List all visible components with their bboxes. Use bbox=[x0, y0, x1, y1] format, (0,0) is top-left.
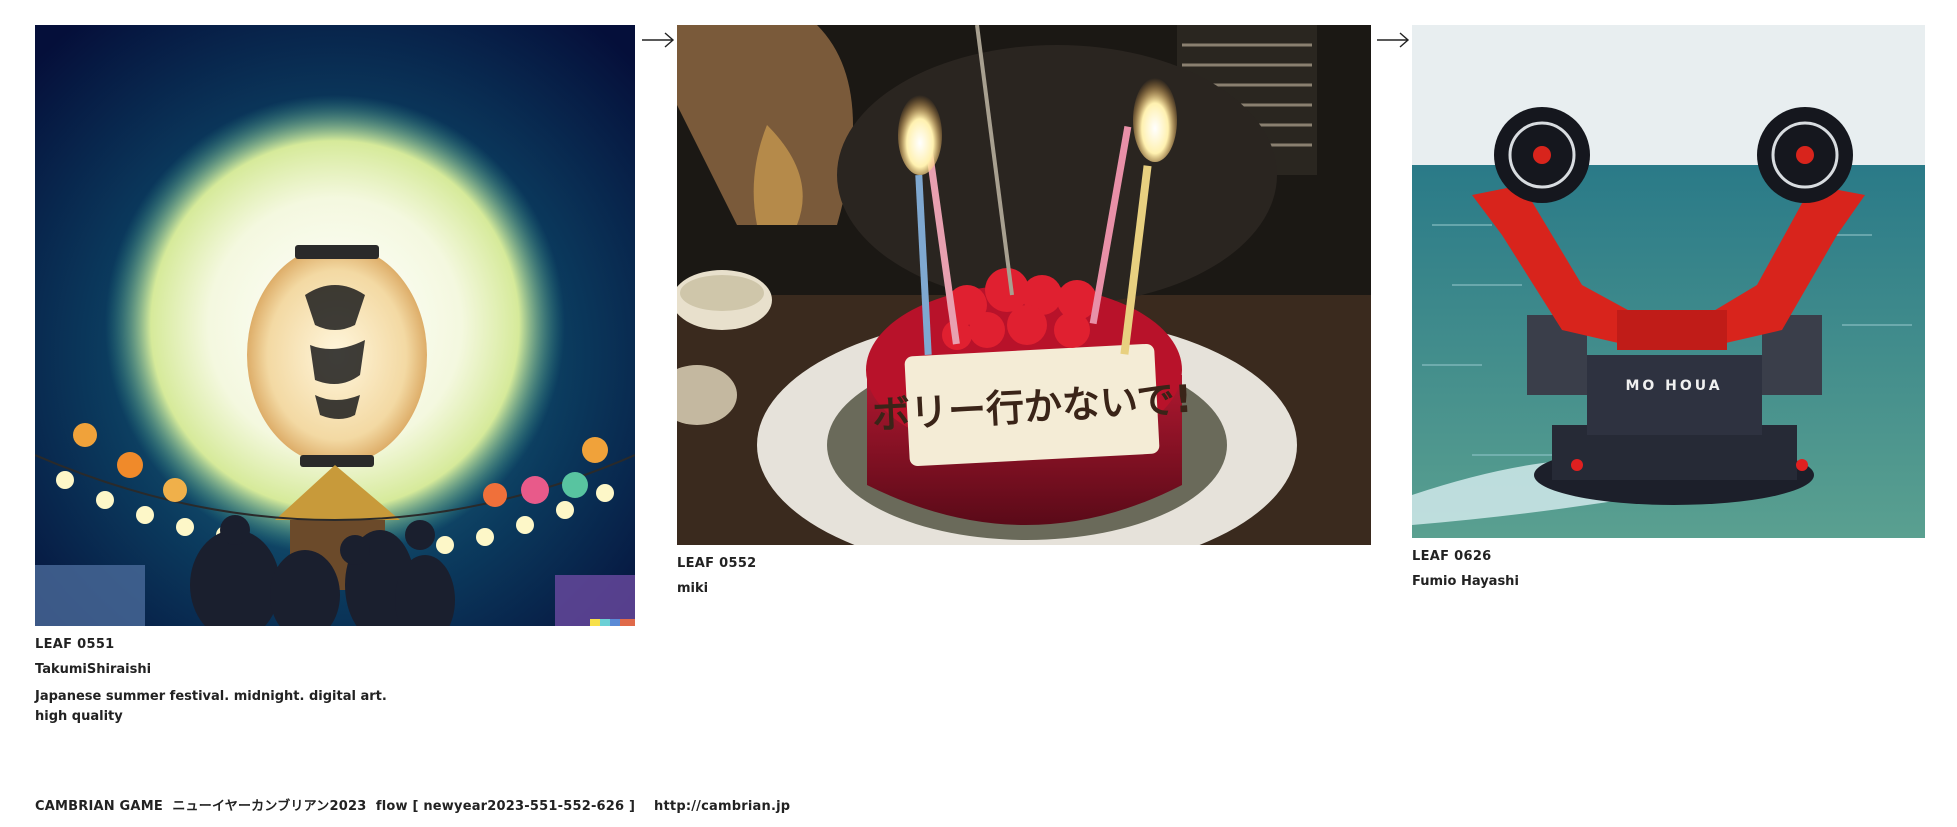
leaf-code: LEAF 0551 bbox=[35, 637, 115, 652]
leaf-code: LEAF 0552 bbox=[677, 556, 757, 571]
leaf-card-0552[interactable]: ボリー行かないで! LEAF 0552 miki bbox=[677, 25, 1371, 596]
leaf-author[interactable]: Fumio Hayashi bbox=[1412, 574, 1925, 589]
leaf-card-0551[interactable]: LEAF 0551 TakumiShiraishi Japanese summe… bbox=[35, 25, 635, 727]
leaf-image-cake[interactable]: ボリー行かないで! bbox=[677, 25, 1371, 545]
leaf-image-festival[interactable] bbox=[35, 25, 635, 626]
robot-label-text: MO HOUA bbox=[1625, 378, 1722, 394]
festival-illustration bbox=[35, 25, 635, 626]
leaf-card-0626[interactable]: MO HOUA LEAF 0626 Fumio Hayashi bbox=[1412, 25, 1925, 589]
leaf-prompt: Japanese summer festival. midnight. digi… bbox=[35, 689, 387, 724]
arrow-right-icon bbox=[1377, 32, 1410, 48]
arrow-right-icon bbox=[642, 32, 675, 48]
leaf-author[interactable]: miki bbox=[677, 581, 1371, 596]
robot-sea-image: MO HOUA bbox=[1412, 25, 1925, 538]
cake-photo: ボリー行かないで! bbox=[677, 25, 1371, 545]
leaf-image-robot[interactable]: MO HOUA bbox=[1412, 25, 1925, 538]
footer-flow-info: CAMBRIAN GAME ニューイヤーカンブリアン2023 flow [ ne… bbox=[35, 799, 791, 814]
leaf-code: LEAF 0626 bbox=[1412, 549, 1492, 564]
leaf-author[interactable]: TakumiShiraishi bbox=[35, 662, 635, 677]
